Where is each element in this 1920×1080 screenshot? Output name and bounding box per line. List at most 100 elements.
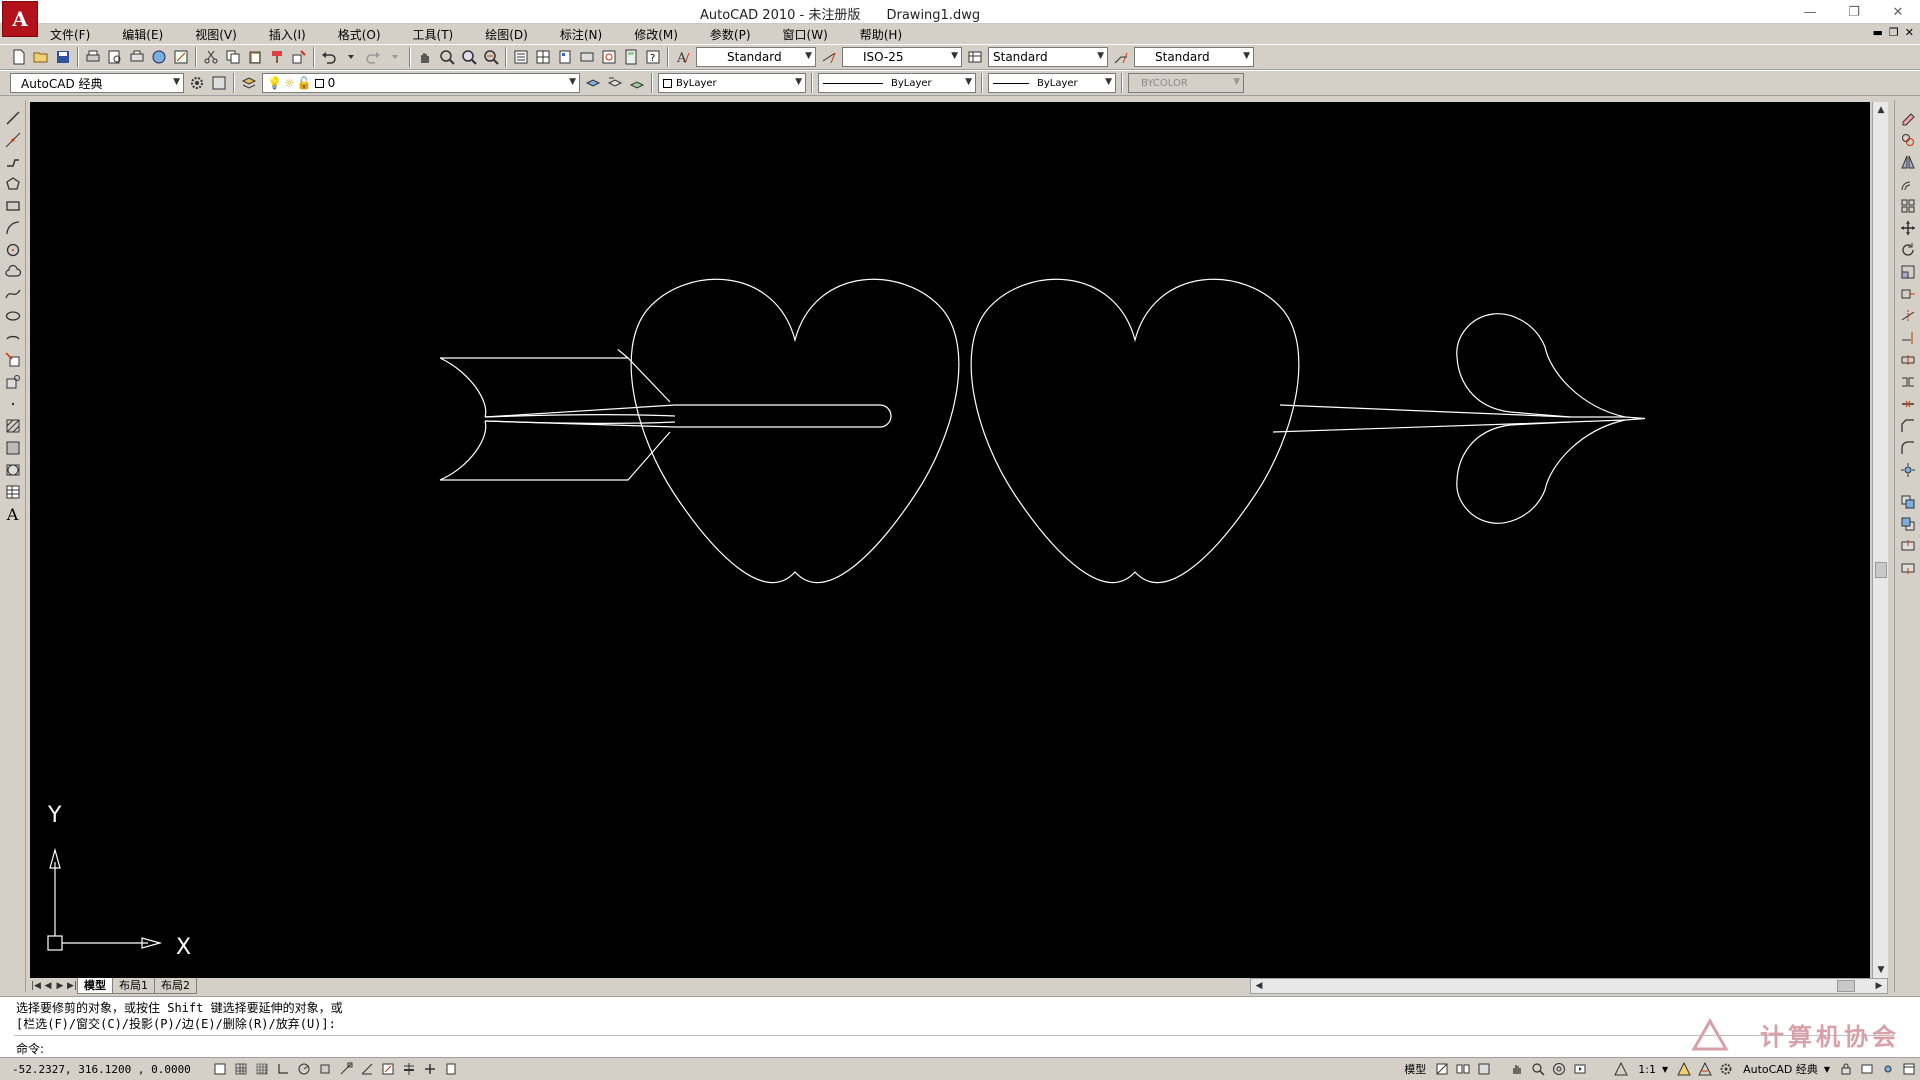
layer-states-button[interactable] <box>627 73 647 93</box>
color-select[interactable]: ByLayer ▼ <box>658 73 806 93</box>
next-tab-icon[interactable]: ▶ <box>54 981 66 991</box>
menu-format[interactable]: 格式(O) <box>328 26 391 43</box>
trim-tool[interactable] <box>1898 306 1918 326</box>
break-tool[interactable] <box>1898 372 1918 392</box>
sheet-set-button[interactable] <box>171 47 191 67</box>
open-button[interactable] <box>31 47 51 67</box>
join-tool[interactable] <box>1898 394 1918 414</box>
dyn-toggle[interactable] <box>378 1060 398 1078</box>
horizontal-scrollbar[interactable]: ◀ ▶ <box>1250 978 1888 994</box>
save-button[interactable] <box>53 47 73 67</box>
polar-toggle[interactable] <box>294 1060 314 1078</box>
chevron-down-icon[interactable]: ▼ <box>1824 1065 1830 1074</box>
multileader-style-button[interactable] <box>1111 47 1131 67</box>
first-tab-icon[interactable]: |◀ <box>30 981 42 991</box>
scroll-right-icon[interactable]: ▶ <box>1871 979 1887 993</box>
undo-dropdown[interactable] <box>341 47 361 67</box>
polyline-tool[interactable] <box>3 152 23 172</box>
doc-close-icon[interactable]: ✕ <box>1905 26 1914 39</box>
copy-tool[interactable] <box>1898 130 1918 150</box>
hardware-acceleration-button[interactable] <box>1857 1060 1877 1078</box>
osnap-toggle[interactable] <box>315 1060 335 1078</box>
model-space-label[interactable]: 模型 <box>1398 1061 1432 1077</box>
close-button[interactable]: ✕ <box>1876 0 1920 24</box>
lineweight-select[interactable]: ByLayer ▼ <box>988 73 1116 93</box>
menu-view[interactable]: 视图(V) <box>185 26 247 43</box>
heart-left[interactable] <box>630 278 960 584</box>
tab-layout2[interactable]: 布局2 <box>154 978 197 994</box>
menu-window[interactable]: 窗口(W) <box>773 26 838 43</box>
arrow-head-lower[interactable] <box>1456 419 1626 524</box>
dim-style-select[interactable]: ISO-25 ▼ <box>842 47 962 67</box>
arrow-tip[interactable] <box>1624 416 1646 421</box>
vertical-scrollbar[interactable]: ▲ ▼ <box>1872 102 1888 978</box>
infer-constraints-toggle[interactable] <box>210 1060 230 1078</box>
design-center-button[interactable] <box>533 47 553 67</box>
ducs-toggle[interactable] <box>357 1060 377 1078</box>
workspace-status-label[interactable]: AutoCAD 经典 <box>1737 1061 1824 1077</box>
block-editor-button[interactable] <box>289 47 309 67</box>
sc-toggle[interactable] <box>441 1060 461 1078</box>
arrow-head[interactable] <box>1456 313 1626 418</box>
tab-model[interactable]: 模型 <box>77 978 113 994</box>
command-prompt[interactable]: 命令: <box>16 1040 44 1057</box>
table-style-select[interactable]: Standard ▼ <box>988 47 1108 67</box>
menu-parametric[interactable]: 参数(P) <box>700 26 761 43</box>
draw-order-front-tool[interactable] <box>1898 492 1918 512</box>
spline-tool[interactable] <box>3 284 23 304</box>
fillet-tool[interactable] <box>1898 438 1918 458</box>
arrow-fletching-inner[interactable] <box>484 414 676 424</box>
workspace-switching-button[interactable] <box>1716 1060 1736 1078</box>
auto-scale-button[interactable] <box>1695 1060 1715 1078</box>
array-tool[interactable] <box>1898 196 1918 216</box>
mirror-tool[interactable] <box>1898 152 1918 172</box>
copy-button[interactable] <box>223 47 243 67</box>
circle-tool[interactable] <box>3 240 23 260</box>
vertical-scroll-thumb[interactable] <box>1875 562 1887 578</box>
arrow-shaft-right[interactable] <box>1272 404 1626 433</box>
hatch-tool[interactable] <box>3 416 23 436</box>
menu-help[interactable]: 帮助(H) <box>850 26 912 43</box>
redo-dropdown[interactable] <box>385 47 405 67</box>
sheet-set-manager-button[interactable] <box>577 47 597 67</box>
menu-modify[interactable]: 修改(M) <box>624 26 688 43</box>
menu-dimension[interactable]: 标注(N) <box>550 26 612 43</box>
polygon-tool[interactable] <box>3 174 23 194</box>
offset-tool[interactable] <box>1898 174 1918 194</box>
draw-order-under-tool[interactable] <box>1898 558 1918 578</box>
quick-view-drawings-button[interactable] <box>1474 1060 1494 1078</box>
ellipse-tool[interactable] <box>3 306 23 326</box>
3d-dwf-button[interactable] <box>149 47 169 67</box>
tool-palettes-button[interactable] <box>555 47 575 67</box>
pan-status-button[interactable] <box>1507 1060 1527 1078</box>
chamfer-tool[interactable] <box>1898 416 1918 436</box>
break-at-point-tool[interactable] <box>1898 350 1918 370</box>
menu-draw[interactable]: 绘图(D) <box>475 26 538 43</box>
line-tool[interactable] <box>3 108 23 128</box>
scroll-left-icon[interactable]: ◀ <box>1251 979 1267 993</box>
quick-view-layouts-button[interactable] <box>1453 1060 1473 1078</box>
linetype-select[interactable]: ByLayer ▼ <box>818 73 976 93</box>
workspace-settings-button[interactable] <box>187 73 207 93</box>
model-button[interactable] <box>1432 1060 1452 1078</box>
pan-button[interactable] <box>415 47 435 67</box>
cut-button[interactable] <box>201 47 221 67</box>
zoom-realtime-button[interactable] <box>437 47 457 67</box>
move-tool[interactable] <box>1898 218 1918 238</box>
redo-button[interactable] <box>363 47 383 67</box>
doc-restore-icon[interactable]: ❐ <box>1889 26 1899 39</box>
layer-properties-button[interactable] <box>239 73 259 93</box>
annotation-scale-icon-button[interactable] <box>1611 1060 1631 1078</box>
annotation-scale-value[interactable]: 1:1 <box>1632 1063 1662 1076</box>
make-current-layer-button[interactable] <box>583 73 603 93</box>
coordinate-readout[interactable]: -52.2327, 316.1200 , 0.0000 <box>0 1063 210 1076</box>
prev-tab-icon[interactable]: ◀ <box>42 981 54 991</box>
restore-button[interactable]: ❐ <box>1832 0 1876 24</box>
app-menu-button[interactable]: A <box>2 1 38 37</box>
point-tool[interactable] <box>3 394 23 414</box>
layer-select[interactable]: 💡 ☼ 🔓 0 ▼ <box>262 73 580 93</box>
heart-right[interactable] <box>970 278 1300 584</box>
multileader-style-select[interactable]: Standard ▼ <box>1134 47 1254 67</box>
draw-order-above-tool[interactable] <box>1898 536 1918 556</box>
arrow-shaft-left[interactable] <box>484 404 892 428</box>
